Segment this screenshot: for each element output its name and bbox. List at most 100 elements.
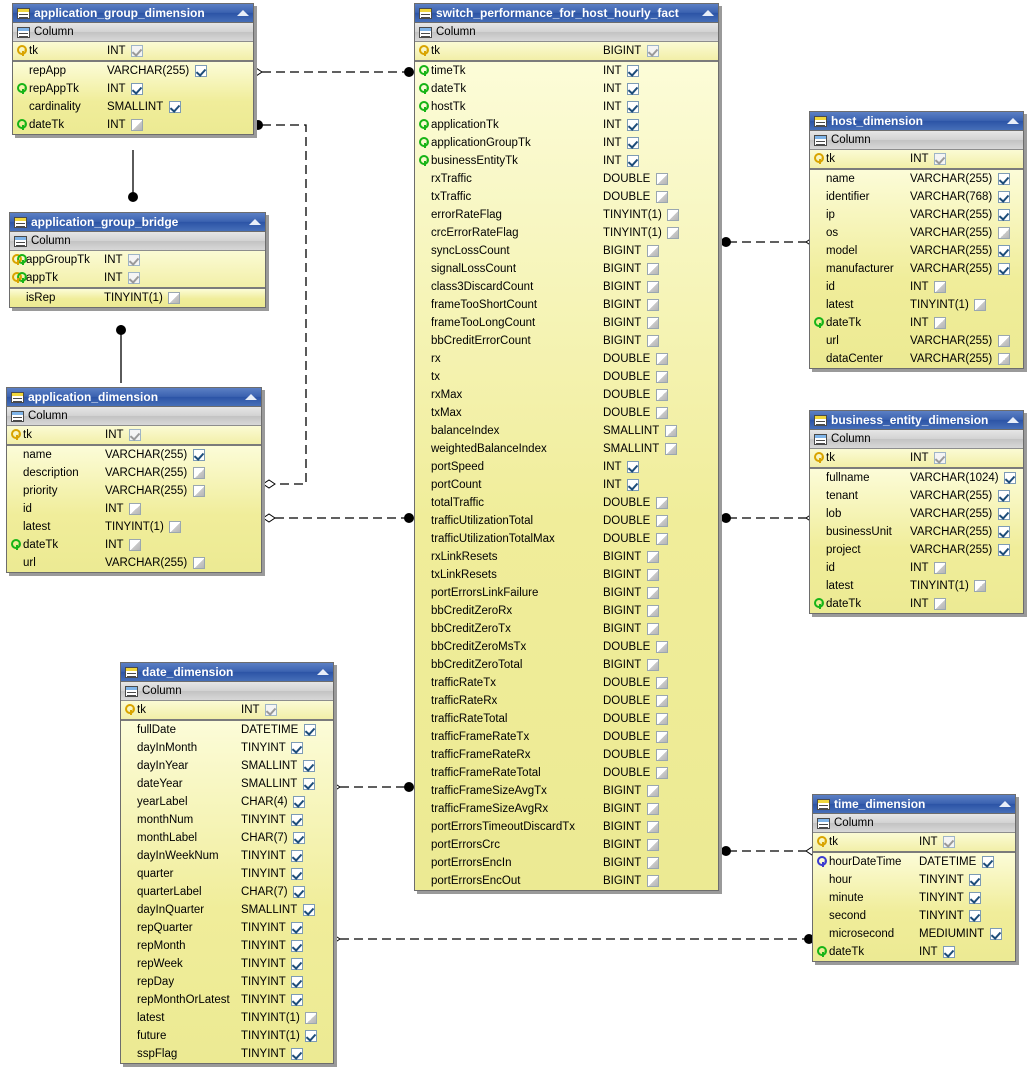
column-checkbox[interactable] <box>627 479 640 491</box>
column-nullable-toggle[interactable] <box>666 227 681 239</box>
column-nullable-toggle[interactable] <box>645 839 660 851</box>
column-row[interactable]: quarterLabel CHAR(7) <box>121 883 333 901</box>
column-nullable-toggle[interactable] <box>654 713 669 725</box>
column-checkbox[interactable] <box>646 875 659 887</box>
relationship-appgroupdim-fact[interactable] <box>249 67 414 77</box>
column-nullable-toggle[interactable] <box>968 892 983 904</box>
table-business_entity_dimension[interactable]: business_entity_dimension Column tk INT full… <box>809 410 1024 614</box>
column-nullable-toggle[interactable] <box>654 353 669 365</box>
column-row[interactable]: signalLossCount BIGINT <box>415 260 718 278</box>
column-row[interactable]: latest TINYINT(1) <box>7 518 261 536</box>
column-row[interactable]: rxTraffic DOUBLE <box>415 170 718 188</box>
column-row[interactable]: identifier VARCHAR(768) <box>810 188 1023 206</box>
column-nullable-toggle[interactable] <box>996 526 1011 538</box>
column-row[interactable]: repDay TINYINT <box>121 973 333 991</box>
column-checkbox[interactable] <box>265 704 278 716</box>
column-nullable-toggle[interactable] <box>626 83 641 95</box>
column-nullable-toggle[interactable] <box>626 137 641 149</box>
column-nullable-toggle[interactable] <box>290 976 305 988</box>
column-row[interactable]: id INT <box>810 278 1023 296</box>
relationship-appdim-fact[interactable] <box>262 513 414 523</box>
column-nullable-toggle[interactable] <box>301 760 316 772</box>
collapse-triangle-icon[interactable] <box>317 669 329 675</box>
column-nullable-toggle[interactable] <box>626 119 641 131</box>
column-nullable-toggle[interactable] <box>191 449 206 461</box>
column-nullable-toggle[interactable] <box>933 452 948 464</box>
column-checkbox[interactable] <box>943 946 956 958</box>
table-title-bar[interactable]: application_dimension <box>7 388 261 407</box>
column-nullable-toggle[interactable] <box>645 605 660 617</box>
column-checkbox[interactable] <box>997 227 1010 239</box>
column-checkbox[interactable] <box>655 695 668 707</box>
table-title-bar[interactable]: application_group_bridge <box>10 213 265 232</box>
column-row[interactable]: quarter TINYINT <box>121 865 333 883</box>
column-row[interactable]: tk INT <box>810 449 1023 467</box>
collapse-triangle-icon[interactable] <box>1007 118 1019 124</box>
column-checkbox[interactable] <box>667 209 680 221</box>
column-row[interactable]: name VARCHAR(255) <box>810 170 1023 188</box>
column-nullable-toggle[interactable] <box>654 641 669 653</box>
relationship-datedim-fact[interactable] <box>327 782 414 792</box>
column-checkbox[interactable] <box>655 767 668 779</box>
column-nullable-toggle[interactable] <box>290 742 305 754</box>
column-row[interactable]: dateYear SMALLINT <box>121 775 333 793</box>
column-nullable-toggle[interactable] <box>168 521 183 533</box>
column-nullable-toggle[interactable] <box>654 371 669 383</box>
column-nullable-toggle[interactable] <box>973 580 988 592</box>
column-row[interactable]: frameTooLongCount BIGINT <box>415 314 718 332</box>
table-title-bar[interactable]: host_dimension <box>810 112 1023 131</box>
column-nullable-toggle[interactable] <box>654 695 669 707</box>
column-row[interactable]: trafficFrameRateTotal DOUBLE <box>415 764 718 782</box>
column-nullable-toggle[interactable] <box>645 803 660 815</box>
column-row[interactable]: url VARCHAR(255) <box>7 554 261 572</box>
column-nullable-toggle[interactable] <box>666 209 681 221</box>
column-checkbox[interactable] <box>655 713 668 725</box>
column-row[interactable]: trafficFrameRateRx DOUBLE <box>415 746 718 764</box>
column-nullable-toggle[interactable] <box>626 65 641 77</box>
column-row[interactable]: sspFlag TINYINT <box>121 1045 333 1063</box>
column-row[interactable]: url VARCHAR(255) <box>810 332 1023 350</box>
column-checkbox[interactable] <box>129 503 142 515</box>
column-row[interactable]: rxLinkResets BIGINT <box>415 548 718 566</box>
column-checkbox[interactable] <box>655 353 668 365</box>
column-row[interactable]: dateTk INT <box>813 943 1015 961</box>
column-row[interactable]: appTk INT <box>10 269 265 287</box>
column-checkbox[interactable] <box>997 490 1010 502</box>
column-row[interactable]: tk INT <box>810 150 1023 168</box>
column-row[interactable]: isRep TINYINT(1) <box>10 289 265 307</box>
column-row[interactable]: dateTk INT <box>13 116 253 134</box>
column-row[interactable]: monthLabel CHAR(7) <box>121 829 333 847</box>
column-checkbox[interactable] <box>646 785 659 797</box>
column-checkbox[interactable] <box>934 452 947 464</box>
column-row[interactable]: dateTk INT <box>810 595 1023 613</box>
column-checkbox[interactable] <box>291 922 304 934</box>
column-checkbox[interactable] <box>168 292 181 304</box>
column-row[interactable]: errorRateFlag TINYINT(1) <box>415 206 718 224</box>
column-nullable-toggle[interactable] <box>292 886 307 898</box>
column-checkbox[interactable] <box>969 892 982 904</box>
column-row[interactable]: manufacturer VARCHAR(255) <box>810 260 1023 278</box>
column-nullable-toggle[interactable] <box>645 281 660 293</box>
column-nullable-toggle[interactable] <box>191 467 206 479</box>
column-checkbox[interactable] <box>943 836 956 848</box>
column-row[interactable]: future TINYINT(1) <box>121 1027 333 1045</box>
column-row[interactable]: tk INT <box>13 42 253 60</box>
relationship-datedim-timedim[interactable] <box>327 934 814 944</box>
column-row[interactable]: id INT <box>810 559 1023 577</box>
column-checkbox[interactable] <box>997 335 1010 347</box>
column-row[interactable]: bbCreditErrorCount BIGINT <box>415 332 718 350</box>
column-nullable-toggle[interactable] <box>996 353 1011 365</box>
column-checkbox[interactable] <box>989 928 1002 940</box>
column-checkbox[interactable] <box>646 587 659 599</box>
collapse-triangle-icon[interactable] <box>249 219 261 225</box>
column-nullable-toggle[interactable] <box>663 425 678 437</box>
column-nullable-toggle[interactable] <box>996 335 1011 347</box>
column-row[interactable]: hour TINYINT <box>813 871 1015 889</box>
column-nullable-toggle[interactable] <box>654 389 669 401</box>
column-row[interactable]: second TINYINT <box>813 907 1015 925</box>
column-nullable-toggle[interactable] <box>996 191 1011 203</box>
column-nullable-toggle[interactable] <box>645 317 660 329</box>
relationship-fact-hostdim[interactable] <box>721 237 819 247</box>
column-checkbox[interactable] <box>128 272 141 284</box>
column-checkbox[interactable] <box>192 485 205 497</box>
